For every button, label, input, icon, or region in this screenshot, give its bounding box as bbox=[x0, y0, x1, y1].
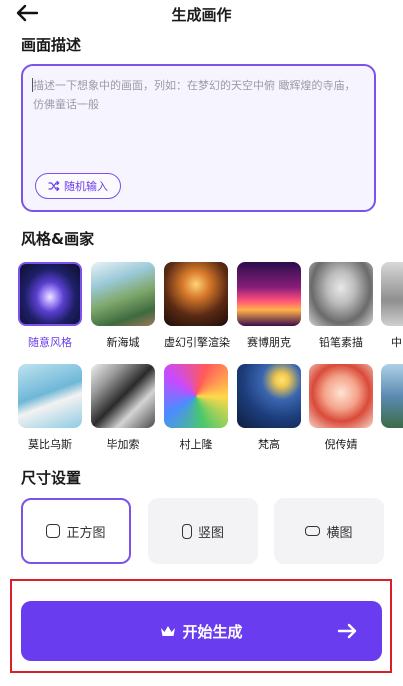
random-input-label: 随机输入 bbox=[64, 180, 108, 193]
style-item-pencil-sketch[interactable]: 铅笔素描 bbox=[309, 262, 373, 350]
styles-heading: 风格&画家 bbox=[21, 230, 95, 248]
sketch-thumbnail bbox=[381, 262, 403, 326]
style-label: 虚幻引擎渲染 bbox=[164, 336, 230, 349]
style-label: 倪传婧 bbox=[324, 438, 358, 451]
cyberpunk-city-thumbnail bbox=[237, 262, 301, 326]
murakami-thumbnail bbox=[164, 364, 228, 428]
description-heading: 画面描述 bbox=[21, 36, 82, 54]
style-label: 中 bbox=[391, 336, 402, 349]
size-option-portrait[interactable]: 竖图 bbox=[148, 498, 258, 564]
style-item-cyberpunk[interactable]: 赛博朋克 bbox=[237, 262, 301, 350]
style-item-picasso[interactable]: 毕加索 bbox=[91, 364, 155, 452]
starry-night-thumbnail bbox=[237, 364, 301, 428]
moebius-thumbnail bbox=[18, 364, 82, 428]
style-label: 铅笔素描 bbox=[319, 336, 363, 349]
style-item-partial[interactable]: 中 bbox=[381, 262, 403, 350]
style-item-takashi-murakami[interactable]: 村上隆 bbox=[164, 364, 228, 452]
style-label: 随意风格 bbox=[28, 336, 72, 349]
picasso-thumbnail bbox=[91, 364, 155, 428]
description-placeholder: 描述一下想象中的画面，列如：在梦幻的天空中俯 瞰辉煌的寺庙，仿佛童话一般 bbox=[33, 79, 356, 111]
style-label: 莫比乌斯 bbox=[28, 438, 72, 451]
landscape-shape-icon bbox=[305, 526, 321, 536]
galaxy-thumbnail bbox=[18, 262, 82, 326]
style-item-ni-chuanjing[interactable]: 倪传婧 bbox=[309, 364, 373, 452]
size-option-landscape[interactable]: 横图 bbox=[274, 498, 384, 564]
pencil-portrait-thumbnail bbox=[309, 262, 373, 326]
start-generate-button[interactable]: 开始生成 bbox=[21, 601, 382, 661]
anime-city-thumbnail bbox=[91, 262, 155, 326]
page-title: 生成画作 bbox=[171, 6, 232, 24]
style-label: 赛博朋克 bbox=[247, 336, 291, 349]
size-option-square[interactable]: 正方图 bbox=[21, 498, 131, 564]
style-label: 梵高 bbox=[258, 438, 280, 451]
style-item-random[interactable]: 随意风格 bbox=[18, 262, 82, 350]
cta-content: 开始生成 bbox=[21, 601, 382, 661]
floral-portrait-thumbnail bbox=[309, 364, 373, 428]
description-input[interactable]: 描述一下想象中的画面，列如：在梦幻的天空中俯 瞰辉煌的寺庙，仿佛童话一般 随机输… bbox=[21, 64, 376, 212]
style-label: 新海城 bbox=[106, 336, 140, 349]
crown-icon bbox=[161, 626, 176, 636]
size-option-label: 横图 bbox=[326, 525, 353, 541]
portrait-shape-icon bbox=[181, 523, 192, 539]
size-option-label: 竖图 bbox=[197, 525, 224, 541]
style-item-partial-2[interactable] bbox=[381, 364, 403, 428]
style-item-makoto-shinkai[interactable]: 新海城 bbox=[91, 262, 155, 350]
start-generate-label: 开始生成 bbox=[182, 622, 243, 641]
style-item-unreal-render[interactable]: 虚幻引擎渲染 bbox=[164, 262, 230, 350]
top-bar: 生成画作 bbox=[0, 0, 403, 28]
style-item-moebius[interactable]: 莫比乌斯 bbox=[18, 364, 82, 452]
shuffle-icon bbox=[48, 180, 60, 192]
style-label: 村上隆 bbox=[179, 438, 213, 451]
landscape-thumbnail bbox=[381, 364, 403, 428]
square-shape-icon bbox=[46, 524, 61, 538]
style-label: 毕加索 bbox=[106, 438, 140, 451]
size-option-label: 正方图 bbox=[66, 525, 106, 541]
random-input-button[interactable]: 随机输入 bbox=[35, 173, 121, 199]
arrow-right-icon bbox=[337, 623, 357, 639]
size-heading: 尺寸设置 bbox=[21, 469, 82, 487]
style-item-van-gogh[interactable]: 梵高 bbox=[237, 364, 301, 452]
unreal-scene-thumbnail bbox=[164, 262, 228, 326]
